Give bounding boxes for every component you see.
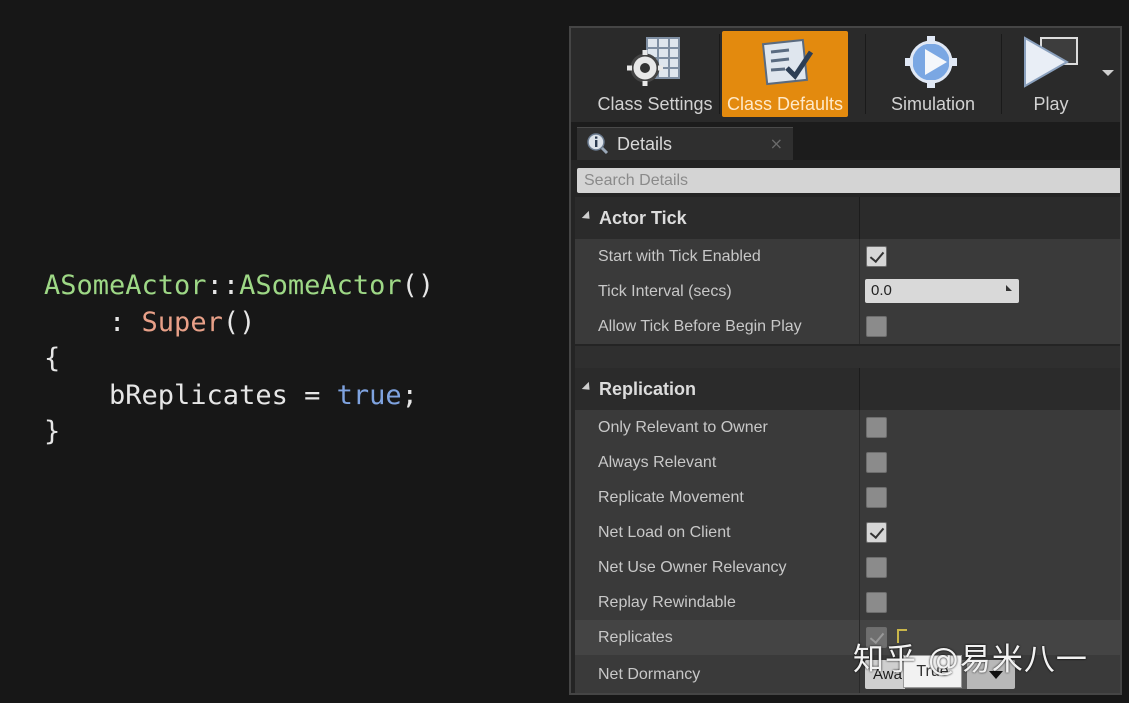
code-token: () <box>222 306 256 338</box>
code-token: { <box>44 343 61 374</box>
resize-handle-icon[interactable] <box>1006 285 1012 291</box>
tab-details[interactable]: Details × <box>577 127 793 160</box>
property-row-allow-tick-before-begin-play: Allow Tick Before Begin Play <box>575 309 1120 344</box>
property-label: Allow Tick Before Begin Play <box>598 318 802 335</box>
toolbar-separator <box>865 34 866 114</box>
info-icon <box>587 133 609 155</box>
class-settings-icon <box>623 33 687 91</box>
category-actor-tick[interactable]: Actor Tick <box>575 197 1120 239</box>
class-defaults-label: Class Defaults <box>726 94 844 114</box>
expand-triangle-icon <box>581 381 594 394</box>
play-icon <box>1019 33 1083 91</box>
column-divider <box>859 445 860 480</box>
code-token: : <box>44 306 142 338</box>
play-label: Play <box>1033 94 1069 114</box>
class-defaults-button[interactable]: Class Defaults <box>722 31 848 117</box>
watermark: 知乎 @易米八一 <box>853 642 1088 678</box>
category-title: Actor Tick <box>599 207 687 228</box>
replicate-movement-checkbox[interactable] <box>866 487 887 508</box>
property-label: Tick Interval (secs) <box>598 283 732 300</box>
only-relevant-to-owner-checkbox[interactable] <box>866 417 887 438</box>
tick-interval-input[interactable]: 0.0 <box>865 279 1019 303</box>
column-divider <box>859 309 860 344</box>
column-divider <box>859 197 860 239</box>
simulation-label: Simulation <box>890 94 976 114</box>
code-line: bReplicates = true; <box>44 378 434 415</box>
column-divider <box>859 274 860 309</box>
always-relevant-checkbox[interactable] <box>866 452 887 473</box>
code-snippet: ASomeActor::ASomeActor() : Super(){ bRep… <box>44 268 434 451</box>
code-line: } <box>44 414 434 451</box>
property-row-always-relevant: Always Relevant <box>575 445 1120 480</box>
column-divider <box>859 480 860 515</box>
close-icon[interactable]: × <box>770 134 783 153</box>
property-row-net-load-on-client: Net Load on Client <box>575 515 1120 550</box>
property-label: Net Dormancy <box>598 666 701 683</box>
code-line: ASomeActor::ASomeActor() <box>44 268 434 305</box>
code-token: true <box>336 379 402 411</box>
net-load-on-client-checkbox[interactable] <box>866 522 887 543</box>
code-token: bReplicates = <box>44 379 337 411</box>
play-button[interactable]: Play <box>1011 31 1091 117</box>
code-line: : Super() <box>44 305 434 342</box>
code-token: ASomeActor <box>44 270 207 301</box>
expand-triangle-icon <box>581 210 594 223</box>
class-defaults-icon <box>753 33 817 91</box>
property-label: Replicate Movement <box>598 489 744 506</box>
code-token: ASomeActor <box>239 270 402 301</box>
column-divider <box>859 368 860 410</box>
code-token: } <box>44 416 61 447</box>
property-label: Replicates <box>598 629 673 646</box>
toolbar-separator <box>1001 34 1002 114</box>
class-settings-label: Class Settings <box>597 94 713 114</box>
code-token: () <box>401 270 435 301</box>
category-spacer <box>575 346 1120 368</box>
code-token: ; <box>401 379 418 411</box>
code-token: :: <box>206 270 240 301</box>
tick-interval-value: 0.0 <box>871 282 892 299</box>
column-divider <box>859 410 860 445</box>
code-line: { <box>44 341 434 378</box>
play-options-chevron-down-icon[interactable] <box>1102 70 1114 76</box>
property-row-tick-interval: Tick Interval (secs) 0.0 <box>575 274 1120 309</box>
category-title: Replication <box>599 378 697 399</box>
property-row-only-relevant-to-owner: Only Relevant to Owner <box>575 410 1120 445</box>
class-settings-button[interactable]: Class Settings <box>587 31 723 117</box>
category-replication[interactable]: Replication <box>575 368 1120 410</box>
toolbar-separator <box>719 34 720 114</box>
tab-details-label: Details <box>617 133 673 154</box>
property-label: Net Use Owner Relevancy <box>598 559 787 576</box>
property-label: Start with Tick Enabled <box>598 248 761 265</box>
start-with-tick-enabled-checkbox[interactable] <box>866 246 887 267</box>
simulation-button[interactable]: Simulation <box>877 31 989 117</box>
simulation-icon <box>901 33 965 91</box>
property-label: Net Load on Client <box>598 524 731 541</box>
property-row-replay-rewindable: Replay Rewindable <box>575 585 1120 620</box>
net-use-owner-relevancy-checkbox[interactable] <box>866 557 887 578</box>
property-row-replicate-movement: Replicate Movement <box>575 480 1120 515</box>
allow-tick-before-begin-play-checkbox[interactable] <box>866 316 887 337</box>
column-divider <box>859 239 860 274</box>
column-divider <box>859 550 860 585</box>
code-token: Super <box>141 306 223 338</box>
search-details-input[interactable]: Search Details <box>577 168 1120 193</box>
replay-rewindable-checkbox[interactable] <box>866 592 887 613</box>
column-divider <box>859 585 860 620</box>
tab-bar: Details × <box>571 122 1120 160</box>
blueprint-editor-panel: Class Settings Class Defaults Simulation… <box>569 26 1122 695</box>
property-row-start-with-tick-enabled: Start with Tick Enabled <box>575 239 1120 274</box>
property-label: Replay Rewindable <box>598 594 736 611</box>
property-label: Only Relevant to Owner <box>598 419 768 436</box>
property-label: Always Relevant <box>598 454 717 471</box>
editor-toolbar: Class Settings Class Defaults Simulation… <box>571 28 1120 122</box>
property-row-net-use-owner-relevancy: Net Use Owner Relevancy <box>575 550 1120 585</box>
column-divider <box>859 515 860 550</box>
